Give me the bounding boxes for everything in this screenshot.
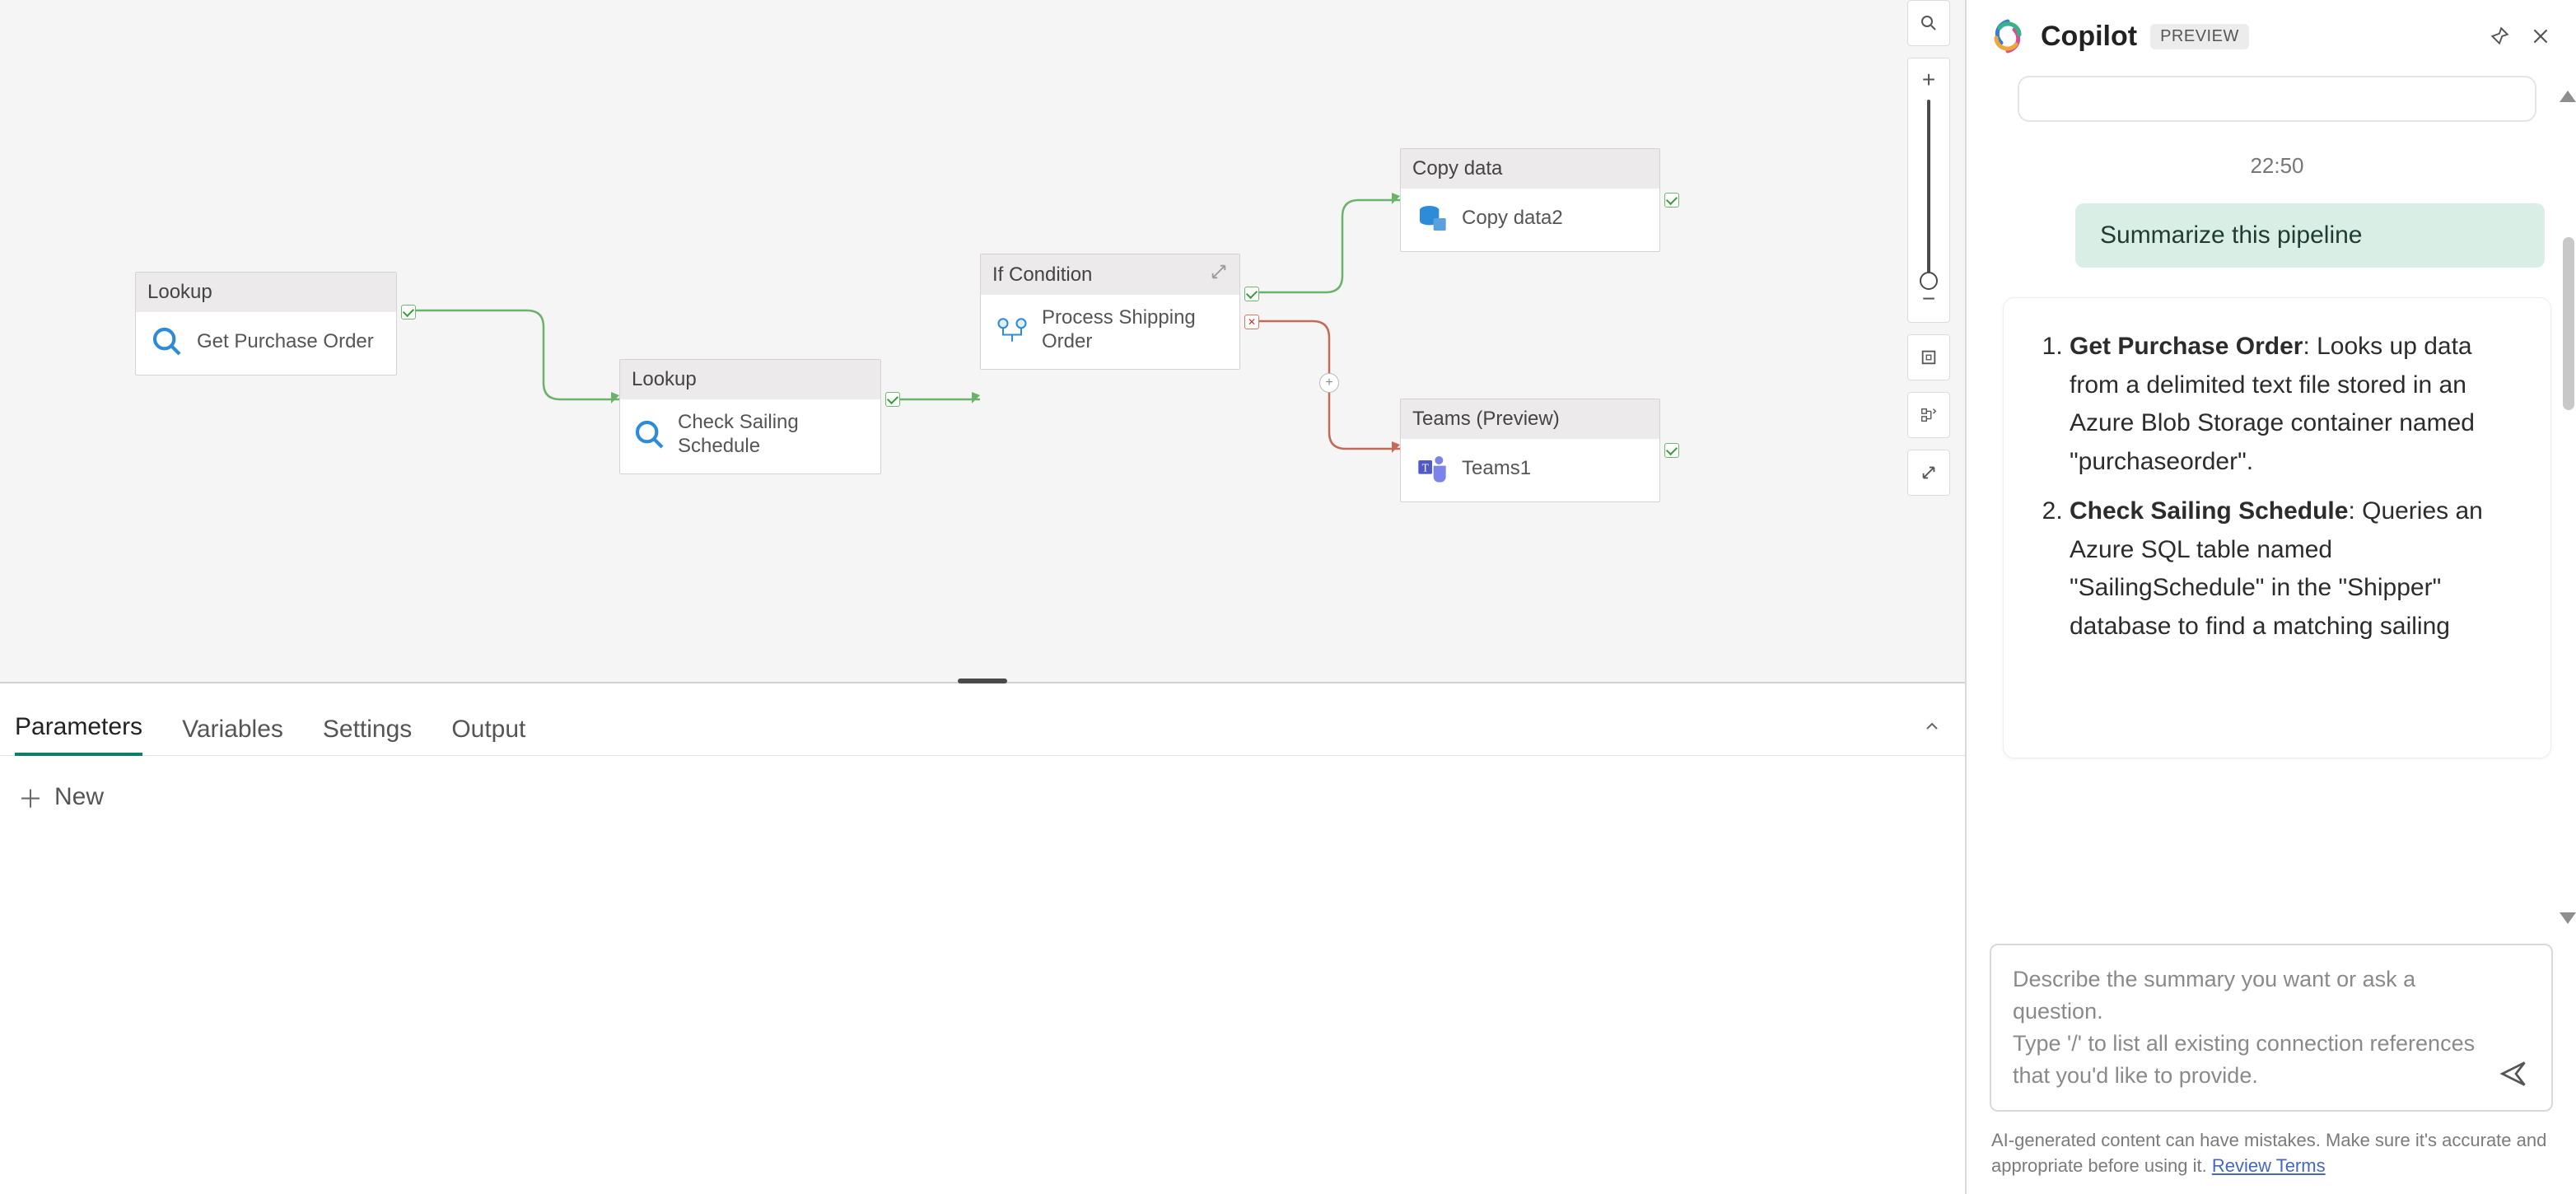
response-item-2: Check Sailing Schedule: Queries an Azure… [2070, 492, 2514, 646]
status-success-icon [1244, 287, 1259, 301]
copilot-conversation[interactable]: 22:50 Summarize this pipeline Get Purcha… [1967, 72, 2576, 929]
previous-message-card [2018, 76, 2536, 122]
node-type-label: Lookup [632, 368, 697, 391]
scroll-down-indicator[interactable] [2560, 912, 2576, 924]
node-check-sailing-schedule[interactable]: Lookup Check Sailing Schedule [619, 359, 881, 474]
node-type-label: Lookup [147, 281, 212, 304]
node-label: Check Sailing Schedule [678, 411, 867, 459]
scrollbar-thumb[interactable] [2563, 237, 2574, 410]
tab-variables[interactable]: Variables [182, 716, 283, 755]
node-label: Copy data2 [1462, 207, 1563, 231]
fullscreen-button[interactable] [1907, 450, 1950, 496]
main-column: Lookup Get Purchase Order Lookup Check S… [0, 0, 1967, 1194]
new-parameter-button[interactable]: ＋ New [18, 779, 104, 815]
properties-tabs: Parameters Variables Settings Output [0, 693, 1965, 756]
properties-panel: Parameters Variables Settings Output ＋ N… [0, 683, 1965, 1194]
fit-to-screen-button[interactable] [1907, 334, 1950, 380]
node-get-purchase-order[interactable]: Lookup Get Purchase Order [135, 272, 397, 375]
status-success-icon [401, 305, 416, 319]
lookup-icon [149, 324, 185, 360]
zoom-in-button[interactable]: + [1922, 67, 1935, 95]
zoom-slider[interactable] [1927, 100, 1930, 281]
copilot-response: Get Purchase Order: Looks up data from a… [2003, 297, 2551, 758]
tab-settings[interactable]: Settings [323, 716, 412, 755]
status-success-icon [885, 392, 900, 407]
ai-disclaimer: AI-generated content can have mistakes. … [1967, 1123, 2576, 1194]
status-success-icon [1664, 193, 1679, 208]
response-item-1: Get Purchase Order: Looks up data from a… [2070, 328, 2514, 481]
status-fail-icon [1244, 315, 1259, 329]
plus-icon: ＋ [18, 779, 43, 815]
expand-icon[interactable] [1210, 263, 1228, 287]
copilot-title: Copilot [2041, 21, 2137, 53]
node-label: Process Shipping Order [1042, 306, 1226, 354]
close-icon[interactable] [2527, 22, 2555, 50]
node-type-label: Teams (Preview) [1412, 408, 1560, 431]
copilot-header: Copilot PREVIEW [1967, 0, 2576, 72]
review-terms-link[interactable]: Review Terms [2212, 1155, 2326, 1176]
preview-badge: PREVIEW [2150, 24, 2249, 49]
copilot-logo-icon [1988, 16, 2028, 56]
node-label: Get Purchase Order [197, 330, 374, 354]
add-branch-button[interactable]: + [1319, 373, 1339, 393]
auto-align-button[interactable] [1907, 392, 1950, 438]
zoom-handle[interactable] [1920, 272, 1938, 290]
zoom-control[interactable]: + − [1907, 58, 1950, 323]
collapse-panel-button[interactable] [1922, 716, 1942, 741]
node-copy-data2[interactable]: Copy data Copy data2 [1400, 148, 1660, 252]
teams-icon: T [1414, 450, 1450, 487]
node-label: Teams1 [1462, 457, 1531, 481]
pin-icon[interactable] [2485, 22, 2513, 50]
copy-data-icon [1414, 200, 1450, 236]
node-type-label: If Condition [992, 264, 1092, 287]
input-placeholder: Describe the summary you want or ask a q… [2013, 963, 2494, 1093]
canvas-toolbar: + − [1907, 0, 1950, 496]
lookup-icon [633, 417, 666, 453]
node-teams1[interactable]: Teams (Preview) T Teams1 [1400, 399, 1660, 502]
user-message: Summarize this pipeline [2075, 203, 2545, 268]
pipeline-canvas[interactable]: Lookup Get Purchase Order Lookup Check S… [0, 0, 1965, 683]
copilot-panel: Copilot PREVIEW 22:50 Summarize this pip… [1967, 0, 2576, 1194]
scroll-up-indicator[interactable] [2560, 91, 2576, 102]
svg-text:T: T [1422, 461, 1429, 473]
zoom-out-button[interactable]: − [1922, 286, 1935, 314]
tab-output[interactable]: Output [451, 716, 525, 755]
send-button[interactable] [2499, 1059, 2535, 1095]
new-label: New [54, 783, 104, 811]
copilot-input[interactable]: Describe the summary you want or ask a q… [1990, 944, 2553, 1112]
condition-icon [994, 312, 1030, 348]
tab-parameters[interactable]: Parameters [15, 713, 142, 756]
node-type-label: Copy data [1412, 157, 1502, 180]
panel-resize-handle[interactable] [0, 683, 1965, 693]
status-success-icon [1664, 443, 1679, 458]
message-timestamp: 22:50 [2003, 153, 2551, 179]
node-process-shipping-order[interactable]: If Condition Process Shipping [980, 254, 1240, 370]
search-button[interactable] [1907, 0, 1950, 46]
